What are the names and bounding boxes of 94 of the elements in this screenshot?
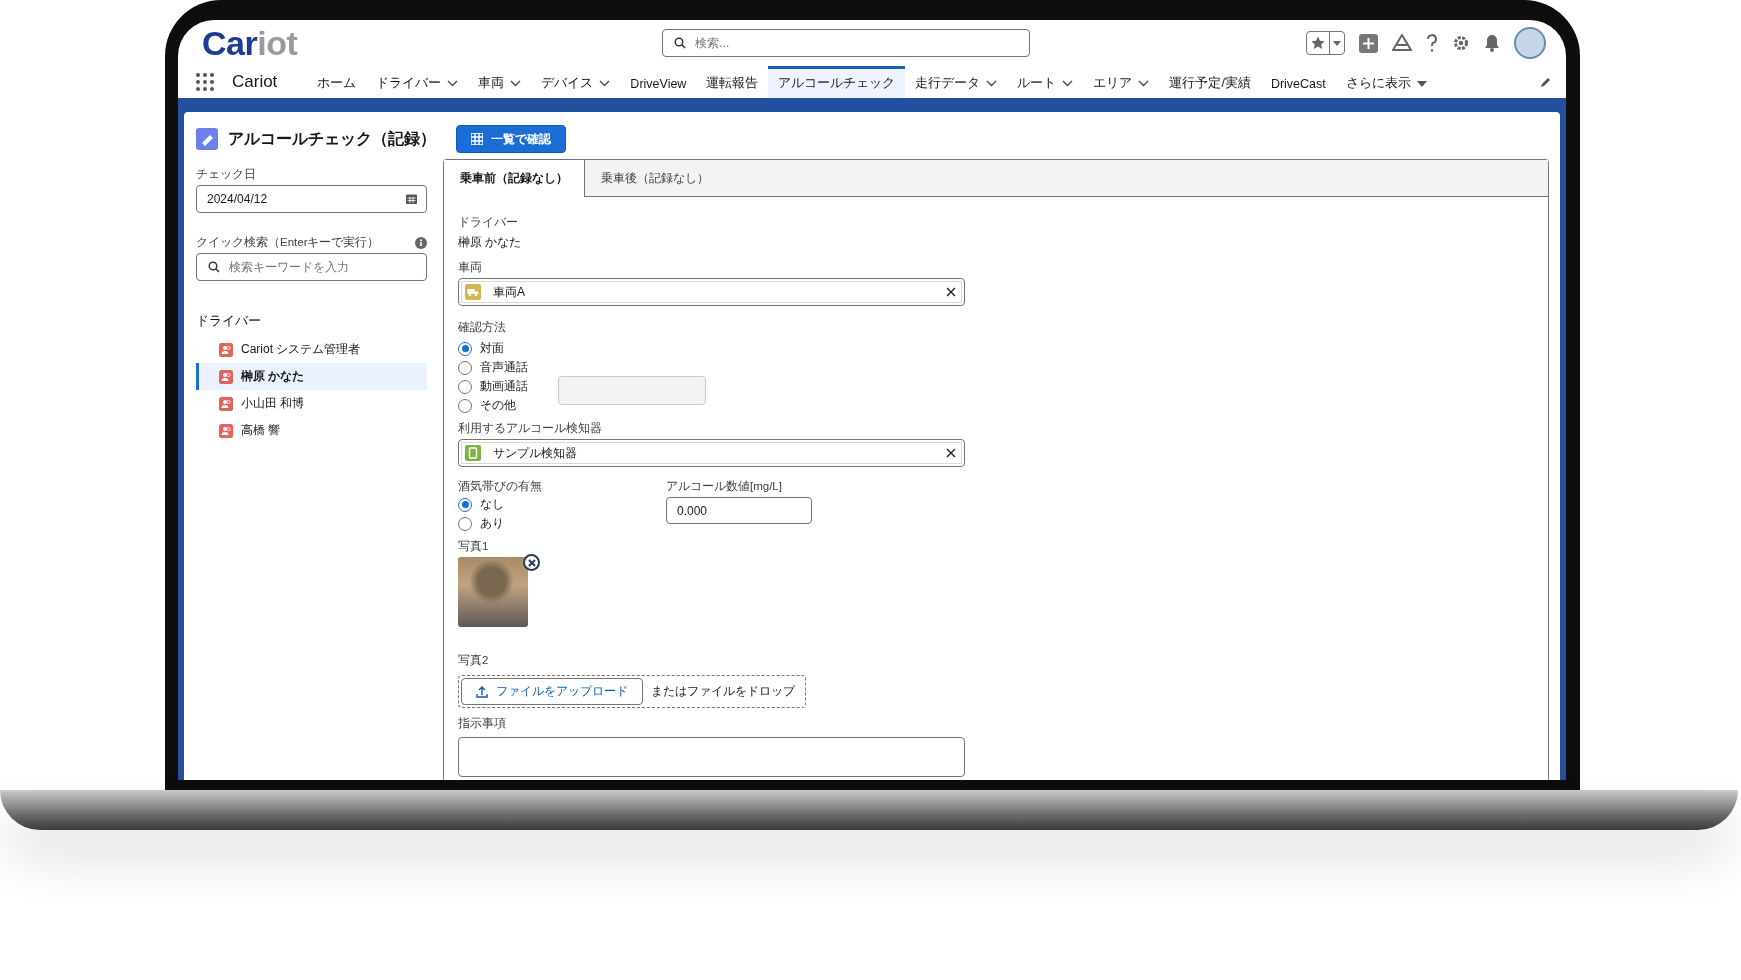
app-name: Cariot	[232, 72, 278, 92]
page-title: アルコールチェック（記録）	[228, 128, 436, 149]
radio-button[interactable]	[458, 341, 472, 356]
chevron-down-icon	[599, 80, 611, 87]
driver-item[interactable]: 榊原 かなた	[196, 363, 427, 390]
remove-button[interactable]	[523, 554, 540, 571]
radio-button[interactable]	[458, 497, 472, 512]
field-value: 榊原 かなた	[458, 234, 523, 251]
number-field[interactable]: 0.000	[666, 497, 812, 524]
nav-tab[interactable]: エリア	[1083, 66, 1160, 98]
radio-option[interactable]: あり	[458, 516, 666, 531]
nav-tab[interactable]: 運転報告	[696, 66, 769, 98]
field-label: 確認方法	[458, 320, 507, 335]
upload-icon	[476, 685, 488, 698]
close-icon	[527, 558, 536, 567]
nav-tab[interactable]: DriveCast	[1260, 66, 1336, 98]
table-icon	[471, 133, 483, 145]
info-icon[interactable]	[415, 236, 427, 249]
pencil-icon[interactable]	[1540, 76, 1552, 88]
nav-tab[interactable]: デバイス	[531, 66, 621, 98]
upload-button[interactable]: ファイルをアップロード	[461, 678, 643, 705]
mountain-icon[interactable]	[1392, 34, 1412, 52]
star-icon	[1310, 35, 1326, 51]
date-field[interactable]: 2024/04/12	[196, 185, 427, 213]
section-heading: ドライバー	[196, 313, 262, 330]
favorites-button[interactable]	[1306, 31, 1345, 55]
driver-item[interactable]: 小山田 和博	[196, 390, 427, 417]
field-label: アルコール数値[mg/L]	[666, 479, 783, 494]
radio-button[interactable]	[458, 516, 472, 531]
chevron-down-icon	[986, 80, 998, 87]
person-icon	[219, 423, 233, 438]
tab[interactable]: 乗車前（記録なし）	[444, 160, 585, 197]
lookup-field[interactable]: サンプル検知器	[458, 439, 965, 467]
nav-tab[interactable]: 走行データ	[905, 66, 1008, 98]
radio-button[interactable]	[458, 379, 472, 394]
file-drop-zone[interactable]: ファイルをアップロード またはファイルをドロップ	[458, 675, 806, 708]
search-icon	[674, 37, 687, 49]
radio-option[interactable]: 対面	[458, 341, 528, 356]
radio-option[interactable]: 音声通話	[458, 360, 528, 375]
nav-tab[interactable]: DriveView	[620, 66, 697, 98]
list-view-button[interactable]: 一覧で確認	[456, 125, 566, 153]
nav-tab[interactable]: ドライバー	[366, 66, 469, 98]
chevron-down-icon	[510, 80, 522, 87]
field-label: 利用するアルコール検知器	[458, 421, 603, 436]
tab[interactable]: 乗車後（記録なし）	[585, 160, 725, 196]
radio-button[interactable]	[458, 398, 472, 413]
chevron-down-icon	[447, 80, 459, 87]
help-icon[interactable]	[1426, 33, 1438, 53]
avatar[interactable]	[1514, 27, 1546, 59]
driver-item[interactable]: 高橋 響	[196, 417, 427, 444]
nav-tab[interactable]: アルコールチェック	[768, 66, 906, 98]
field-label: クイック検索（Enterキーで実行）	[196, 235, 380, 250]
driver-item[interactable]: Cariot システム管理者	[196, 336, 427, 363]
search-field[interactable]: 検索キーワードを入力	[196, 253, 427, 281]
person-icon	[219, 396, 233, 411]
nav-tab[interactable]: 運行予定/実績	[1159, 66, 1261, 98]
bell-icon[interactable]	[1484, 34, 1500, 52]
nav-tab[interactable]: ホーム	[307, 66, 367, 98]
radio-option[interactable]: その他	[458, 398, 528, 413]
field-label: 写真1	[458, 539, 490, 554]
caret-down-icon	[1416, 80, 1427, 87]
chevron-down-icon	[1138, 80, 1150, 87]
photo-placeholder	[458, 557, 528, 627]
logo: Cariot	[202, 23, 298, 63]
field-label: 写真2	[458, 653, 490, 668]
caret-down-icon	[1333, 40, 1341, 46]
person-icon	[219, 369, 233, 384]
drop-hint: またはファイルをドロップ	[651, 683, 795, 700]
radio-button[interactable]	[458, 360, 472, 375]
chevron-down-icon	[1062, 80, 1074, 87]
device-icon	[465, 445, 481, 461]
nav-tab[interactable]: さらに表示	[1335, 66, 1437, 98]
settings-icon[interactable]	[1452, 34, 1470, 52]
clear-icon[interactable]	[946, 287, 956, 297]
field-label: 車両	[458, 260, 483, 275]
person-icon	[219, 342, 233, 357]
text-area[interactable]	[458, 737, 965, 777]
search-field[interactable]: 検索...	[662, 29, 1031, 57]
search-icon	[208, 261, 220, 273]
calendar-icon[interactable]	[406, 193, 417, 204]
field-label: ドライバー	[458, 215, 519, 230]
field-label: 指示事項	[458, 716, 507, 731]
plus-icon[interactable]	[1359, 33, 1378, 53]
radio-option[interactable]: 動画通話	[458, 379, 528, 394]
radio-option[interactable]: なし	[458, 497, 666, 512]
text-field[interactable]	[558, 376, 706, 405]
nav-tab[interactable]: ルート	[1007, 66, 1084, 98]
nav-tab[interactable]: 車両	[468, 66, 532, 98]
clear-icon[interactable]	[946, 448, 956, 458]
truck-icon	[465, 284, 481, 300]
field-label: 酒気帯びの有無	[458, 479, 543, 494]
lookup-field[interactable]: 車両A	[458, 278, 965, 306]
app-launcher-icon[interactable]	[196, 73, 214, 91]
field-label: チェック日	[196, 167, 257, 182]
